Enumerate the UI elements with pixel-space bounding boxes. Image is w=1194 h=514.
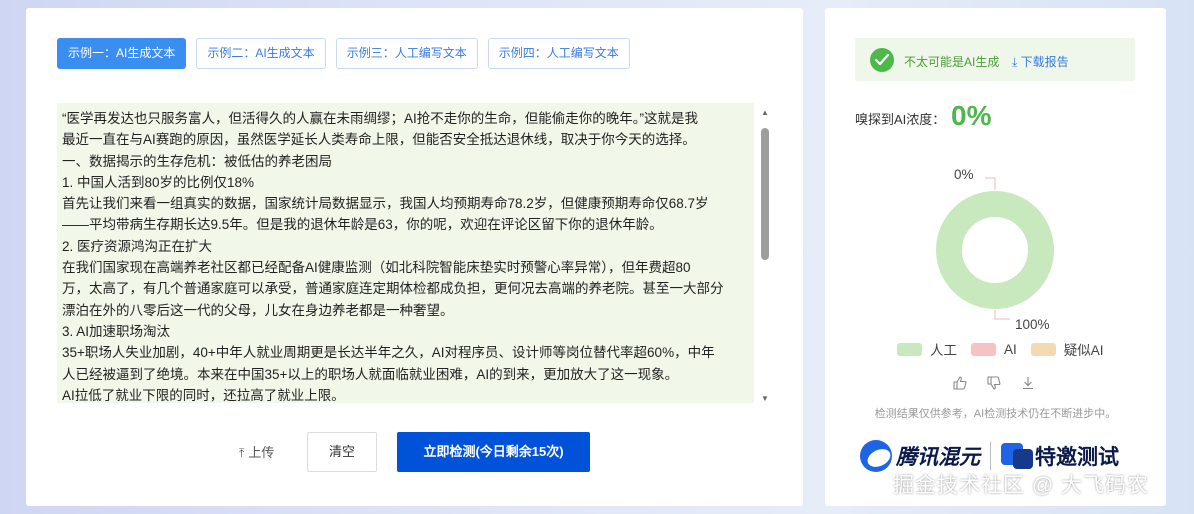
feedback-bar: [953, 376, 1035, 393]
detect-button[interactable]: 立即检测(今日剩余15次): [397, 432, 590, 472]
text-line: 最近一直在与AI赛跑的原因，虽然医学延长人类寿命上限，但能否安全抵达退休线，取决…: [62, 132, 696, 148]
download-icon[interactable]: [1021, 376, 1035, 393]
text-scrollbar[interactable]: ▲ ▼: [760, 108, 770, 404]
upload-label: 上传: [248, 445, 275, 460]
brand-name: 腾讯混元: [896, 446, 980, 469]
legend-item-ai[interactable]: AI: [971, 342, 1017, 357]
tab-example-3[interactable]: 示例三：人工编写文本: [335, 38, 478, 69]
hunyuan-logo-icon: [860, 440, 892, 472]
scroll-thumb[interactable]: [761, 128, 769, 260]
download-icon: ⤓: [1012, 55, 1021, 69]
concentration-label: 嗅探到AI浓度：: [855, 112, 946, 127]
tab-example-2[interactable]: 示例二：AI生成文本: [196, 38, 326, 69]
data-label-ai: 0%: [954, 167, 974, 182]
scroll-down-icon[interactable]: ▼: [760, 394, 770, 404]
chart-legend: 人工 AI 疑似AI: [897, 339, 1104, 359]
brand-bar: 腾讯混元 特邀测试: [860, 439, 1119, 473]
text-line: “医学再发达也只服务富人，但活得久的人赢在未雨绸缪；AI抢不走你的生命，但能偷走…: [62, 111, 698, 126]
legend-swatch: [1030, 342, 1056, 356]
text-line: 人已经被逼到了绝境。本来在中国35+以上的职场人就面临就业困难，AI的到来，更加…: [62, 366, 679, 382]
download-report-link[interactable]: ⤓ 下载报告: [1012, 53, 1069, 70]
upload-button[interactable]: ⤒ 上传: [239, 443, 274, 463]
leader-line-ai: [985, 177, 996, 190]
text-input-area[interactable]: “医学再发达也只服务富人，但活得久的人赢在未雨绸缪；AI抢不走你的生命，但能偷走…: [57, 103, 754, 403]
text-line: 3. AI加速职场淘汰: [62, 323, 171, 339]
legend-swatch: [897, 342, 922, 356]
legend-swatch: [971, 342, 996, 356]
input-panel: 示例一：AI生成文本 示例二：AI生成文本 示例三：人工编写文本 示例四：人工编…: [26, 8, 803, 506]
leader-line-human: [994, 310, 1010, 320]
thumbs-up-icon[interactable]: [953, 376, 967, 393]
upload-icon: ⤒: [239, 446, 245, 460]
donut-chart: 0% 100%: [936, 167, 1054, 332]
result-verdict: 不太可能是AI生成: [904, 55, 1000, 69]
invite-test-label: 特邀测试: [1035, 446, 1119, 469]
legend-label: 人工: [930, 343, 957, 358]
tab-example-4[interactable]: 示例四：人工编写文本: [487, 38, 630, 69]
concentration-value: 0%: [951, 100, 992, 131]
donut-slice-0[interactable]: [936, 191, 1054, 309]
download-label: 下载报告: [1020, 55, 1069, 69]
thumbs-down-icon[interactable]: [987, 376, 1001, 393]
text-line: 一、数据揭示的生存危机：被低估的养老困局: [62, 153, 332, 169]
text-line: 漂泊在外的八零后这一代的父母，儿女在身边养老都是一种奢望。: [62, 302, 454, 318]
tab-example-1[interactable]: 示例一：AI生成文本: [57, 38, 187, 69]
example-tabs: 示例一：AI生成文本 示例二：AI生成文本 示例三：人工编写文本 示例四：人工编…: [57, 38, 630, 69]
text-line: 1. 中国人活到80岁的比例仅18%: [62, 174, 255, 190]
text-line: 35+职场人失业加剧，40+中年人就业周期更是长达半年之久，AI对程序员、设计师…: [62, 345, 715, 361]
clear-button[interactable]: 清空: [307, 432, 377, 472]
invite-test-icon: [1001, 441, 1035, 471]
scroll-up-icon[interactable]: ▲: [760, 108, 770, 118]
disclaimer-text: 检测结果仅供参考，AI检测技术仍在不断进步中。: [874, 408, 1117, 420]
text-line: AI拉低了就业下限的同时，还拉高了就业上限。: [62, 387, 345, 403]
check-circle-icon: [870, 48, 894, 72]
text-line: 首先让我们来看一组真实的数据，国家统计局数据显示，我国人均预期寿命78.2岁，但…: [62, 196, 709, 212]
data-label-human: 100%: [1015, 317, 1050, 332]
text-line: 万，太高了，有几个普通家庭可以承受，普通家庭连定期体检都成负担，更何况去高端的养…: [62, 281, 724, 297]
text-line: ——平均带病生存期长达9.5年。但是我的退休年龄是63，你的呢，欢迎在评论区留下…: [62, 217, 663, 233]
legend-item-human[interactable]: 人工: [897, 339, 957, 359]
legend-label: 疑似AI: [1063, 343, 1104, 358]
legend-label: AI: [1004, 341, 1017, 357]
result-banner: 不太可能是AI生成 ⤓ 下载报告: [855, 38, 1135, 81]
legend-item-suspected-ai[interactable]: 疑似AI: [1030, 339, 1104, 359]
brand-divider: [990, 442, 991, 470]
text-line: 在我们国家现在高端养老社区都已经配备AI健康监测（如北科院智能床垫实时预警心率异…: [62, 260, 691, 276]
watermark: 掘金技术社区 @ 大飞码农: [893, 474, 1149, 497]
text-line: 2. 医疗资源鸿沟正在扩大: [62, 238, 213, 254]
result-panel: 不太可能是AI生成 ⤓ 下载报告 嗅探到AI浓度： 0% 0% 100% 人工 A…: [825, 8, 1166, 506]
